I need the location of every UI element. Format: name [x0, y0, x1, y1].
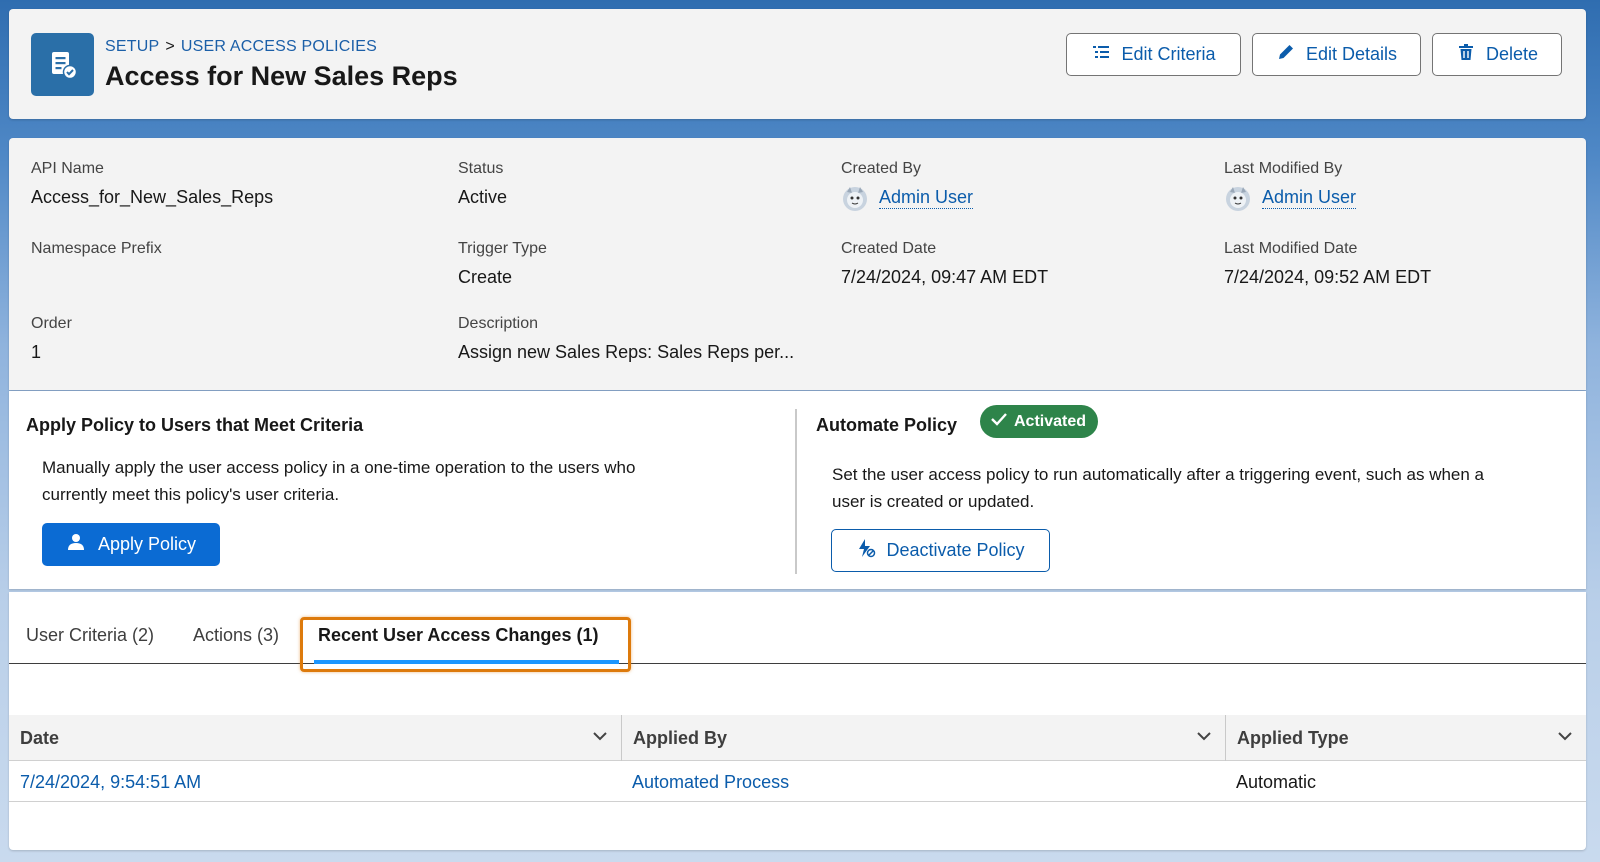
deactivate-policy-button[interactable]: Deactivate Policy — [831, 529, 1050, 572]
automate-policy-title: Automate Policy — [816, 415, 958, 435]
status-field: Status Active — [458, 160, 507, 208]
last-modified-by-label: Last Modified By — [1224, 160, 1343, 177]
edit-criteria-button[interactable]: Edit Criteria — [1066, 33, 1241, 76]
apply-policy-text-line2: currently meet this policy's user criter… — [42, 485, 340, 504]
apply-policy-title: Apply Policy to Users that Meet Criteria — [26, 415, 364, 435]
trigger-type-label: Trigger Type — [458, 240, 547, 257]
list-icon — [1091, 42, 1111, 67]
policy-panel: Apply Policy to Users that Meet Criteria… — [9, 391, 1586, 589]
panel-divider — [795, 409, 797, 574]
tab-bar: User Criteria (2) Actions (3) Recent Use… — [9, 592, 1586, 672]
breadcrumb-separator: > — [165, 38, 175, 55]
row-date-link[interactable]: 7/24/2024, 9:54:51 AM — [9, 762, 201, 802]
tab-actions[interactable]: Actions (3) — [193, 625, 279, 646]
trigger-type-value: Create — [458, 267, 513, 287]
automate-policy-text-line2: user is created or updated. — [832, 492, 1035, 511]
check-icon — [990, 410, 1008, 433]
status-badge-label: Activated — [1014, 412, 1087, 430]
apply-policy-label: Apply Policy — [97, 534, 197, 554]
edit-criteria-label: Edit Criteria — [1121, 44, 1216, 64]
api-name-label: API Name — [31, 160, 104, 177]
tab-highlight-annotation — [300, 617, 631, 672]
flow-off-icon — [856, 538, 876, 563]
order-field: Order 1 — [31, 315, 72, 363]
breadcrumb-setup[interactable]: SETUP — [105, 38, 159, 55]
column-header-applied-type-label: Applied Type — [1237, 727, 1349, 748]
table-row: 7/24/2024, 9:54:51 AM Automated Process … — [9, 762, 1586, 802]
chevron-down-icon[interactable] — [591, 727, 609, 750]
status-value: Active — [458, 187, 508, 207]
avatar — [1226, 187, 1250, 211]
order-label: Order — [31, 315, 72, 332]
last-modified-by-field: Last Modified By Admin User — [1224, 160, 1357, 212]
status-badge: Activated — [980, 405, 1099, 438]
description-label: Description — [458, 315, 539, 332]
created-date-field: Created Date 7/24/2024, 09:47 AM EDT — [841, 240, 1048, 288]
apply-policy-description: Manually apply the user access policy in… — [42, 454, 635, 508]
column-header-date[interactable]: Date — [9, 715, 621, 761]
edit-details-button[interactable]: Edit Details — [1252, 33, 1421, 76]
column-header-date-label: Date — [20, 727, 60, 748]
trigger-type-field: Trigger Type Create — [458, 240, 547, 288]
trash-icon — [1456, 42, 1476, 67]
created-date-value: 7/24/2024, 09:47 AM EDT — [841, 267, 1049, 287]
chevron-down-icon[interactable] — [1195, 727, 1213, 750]
apply-policy-text-line1: Manually apply the user access policy in… — [42, 458, 636, 477]
row-applied-type: Automatic — [1236, 771, 1317, 792]
column-header-applied-type[interactable]: Applied Type — [1225, 715, 1586, 761]
last-modified-by-user-link[interactable]: Admin User — [1262, 187, 1357, 209]
status-label: Status — [458, 160, 504, 177]
automate-policy-text-line1: Set the user access policy to run automa… — [832, 465, 1485, 484]
page-header: SETUP > USER ACCESS POLICIES Access for Ne… — [9, 9, 1586, 119]
last-modified-date-value: 7/24/2024, 09:52 AM EDT — [1224, 267, 1432, 287]
row-applied-by-link[interactable]: Automated Process — [621, 762, 789, 802]
policy-doc-check-icon — [31, 33, 94, 96]
description-value: Assign new Sales Reps: Sales Reps per... — [458, 342, 795, 362]
created-date-label: Created Date — [841, 240, 937, 257]
breadcrumb-user-access-policies[interactable]: USER ACCESS POLICIES — [181, 38, 377, 55]
created-by-user-link[interactable]: Admin User — [879, 187, 974, 209]
apply-policy-button[interactable]: Apply Policy — [42, 523, 220, 566]
last-modified-date-field: Last Modified Date 7/24/2024, 09:52 AM E… — [1224, 240, 1431, 288]
records-panel: User Criteria (2) Actions (3) Recent Use… — [9, 592, 1586, 850]
namespace-prefix-field: Namespace Prefix — [31, 240, 162, 267]
page-title: Access for New Sales Reps — [105, 61, 458, 91]
details-panel: API Name Access_for_New_Sales_Reps Statu… — [9, 138, 1586, 390]
namespace-prefix-label: Namespace Prefix — [31, 240, 162, 257]
created-by-label: Created By — [841, 160, 922, 177]
last-modified-date-label: Last Modified Date — [1224, 240, 1358, 257]
deactivate-policy-label: Deactivate Policy — [886, 540, 1025, 560]
column-header-applied-by-label: Applied By — [633, 727, 728, 748]
api-name-field: API Name Access_for_New_Sales_Reps — [31, 160, 273, 208]
api-name-value: Access_for_New_Sales_Reps — [31, 187, 274, 207]
tab-user-criteria[interactable]: User Criteria (2) — [26, 625, 154, 646]
order-value: 1 — [31, 342, 42, 362]
user-icon — [66, 532, 86, 557]
column-header-applied-by[interactable]: Applied By — [621, 715, 1225, 761]
delete-label: Delete — [1485, 44, 1539, 64]
breadcrumb: SETUP > USER ACCESS POLICIES — [105, 38, 377, 56]
pencil-icon — [1276, 42, 1296, 67]
avatar — [843, 187, 867, 211]
automate-policy-description: Set the user access policy to run automa… — [832, 461, 1484, 515]
created-by-field: Created By Admin User — [841, 160, 974, 212]
description-field: Description Assign new Sales Reps: Sales… — [458, 315, 794, 363]
chevron-down-icon[interactable] — [1556, 727, 1574, 750]
table-header: Date Applied By Applied Type — [9, 715, 1586, 761]
edit-details-label: Edit Details — [1305, 44, 1398, 64]
delete-button[interactable]: Delete — [1432, 33, 1562, 76]
